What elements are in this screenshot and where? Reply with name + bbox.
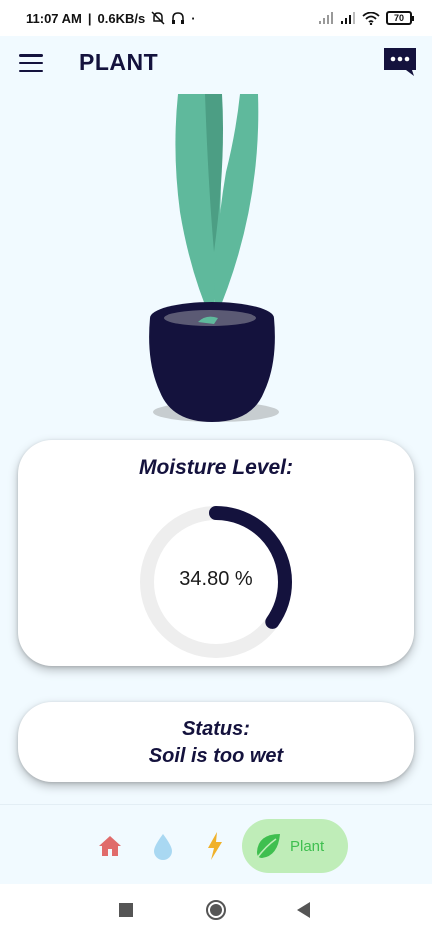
status-divider: | xyxy=(87,10,92,26)
status-card: Status: Soil is too wet xyxy=(18,702,414,782)
status-title: Status: xyxy=(182,718,250,740)
chat-bubble-icon[interactable] xyxy=(382,46,418,78)
moisture-value: 34.80 % xyxy=(179,568,253,590)
status-dot: · xyxy=(191,10,196,26)
hamburger-menu-icon[interactable] xyxy=(19,54,43,72)
status-time: 11:07 AM xyxy=(26,10,82,26)
home-circle-inner xyxy=(210,904,222,916)
status-network-speed: 0.6KB/s xyxy=(97,10,146,26)
menu-line xyxy=(19,69,43,72)
menu-line xyxy=(19,61,43,65)
system-nav-bar xyxy=(0,884,432,936)
water-drop-icon[interactable] xyxy=(152,833,174,861)
wifi-icon xyxy=(362,11,380,25)
battery-level: 70 xyxy=(393,13,404,23)
status-bar: 11:07 AM | 0.6KB/s · 70 xyxy=(0,0,432,36)
leaf-icon xyxy=(256,834,280,859)
home-icon[interactable] xyxy=(98,835,122,857)
menu-line xyxy=(19,54,43,57)
headphones-icon xyxy=(171,11,185,25)
status-text: Soil is too wet xyxy=(148,745,284,767)
page-title: PLANT xyxy=(79,49,159,75)
plant-illustration xyxy=(0,92,432,428)
nav-item-plant[interactable]: Plant xyxy=(242,819,348,873)
home-circle-icon[interactable] xyxy=(206,900,226,920)
status-right: 70 xyxy=(318,11,414,25)
back-triangle-icon[interactable] xyxy=(297,902,310,918)
recents-square-icon[interactable] xyxy=(119,903,133,917)
status-left: 11:07 AM | 0.6KB/s · xyxy=(26,11,196,26)
signal-icon xyxy=(318,12,334,24)
nav-plant-label: Plant xyxy=(290,837,325,855)
moisture-title: Moisture Level: xyxy=(138,456,294,479)
app-bar: PLANT xyxy=(0,36,432,92)
lightning-icon[interactable] xyxy=(205,831,225,861)
moisture-card: Moisture Level: 34.80 % xyxy=(18,440,414,666)
bottom-nav: Plant xyxy=(0,804,432,884)
mute-icon xyxy=(151,11,165,25)
battery-icon: 70 xyxy=(386,11,414,25)
signal-icon xyxy=(340,12,356,24)
